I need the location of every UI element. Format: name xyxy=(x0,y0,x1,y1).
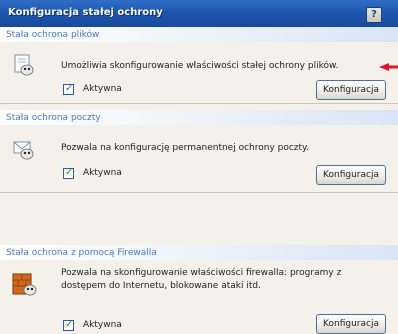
panel-file-protection: Stała ochrona plików Umożliwia skonfigur… xyxy=(0,27,398,104)
panel-header: Stała ochrona plików xyxy=(0,27,398,42)
document-shield-icon xyxy=(14,54,34,76)
checkbox-label: Aktywna xyxy=(83,320,122,330)
active-checkbox[interactable] xyxy=(63,167,74,179)
configure-button[interactable]: Konfiguracja xyxy=(316,80,386,100)
panel-title: Stała ochrona z pomocą Firewalla xyxy=(6,248,157,258)
panel-description: Pozwala na skonfigurowanie właściwości f… xyxy=(61,268,342,291)
panel-description: Umożliwia skonfigurowanie właściwości st… xyxy=(61,61,339,71)
mail-shield-icon xyxy=(13,141,34,160)
panel-description: Pozwala na konfigurację permanentnej och… xyxy=(61,143,309,153)
panel-mail-protection: Stała ochrona poczty Pozwala na konfigur… xyxy=(0,104,398,193)
window-title: Konfiguracja stałej ochrony xyxy=(8,7,163,18)
active-checkbox[interactable] xyxy=(63,83,74,95)
checkbox-label: Aktywna xyxy=(83,84,122,94)
title-bar: Konfiguracja stałej ochrony ? xyxy=(0,0,398,27)
firewall-icon xyxy=(12,273,37,296)
panel-header: Stała ochrona z pomocą Firewalla xyxy=(0,245,398,260)
configure-button[interactable]: Konfiguracja xyxy=(316,165,386,185)
help-button[interactable]: ? xyxy=(366,7,382,23)
panel-title: Stała ochrona plików xyxy=(6,30,100,40)
panel-title: Stała ochrona poczty xyxy=(6,113,101,123)
panel-firewall-protection: Stała ochrona z pomocą Firewalla Pozwala… xyxy=(0,193,398,334)
checkbox-label: Aktywna xyxy=(83,168,122,178)
annotation-arrow-icon xyxy=(379,63,398,71)
active-checkbox[interactable] xyxy=(63,319,74,331)
configure-button[interactable]: Konfiguracja xyxy=(316,314,386,334)
panel-header: Stała ochrona poczty xyxy=(0,110,398,125)
